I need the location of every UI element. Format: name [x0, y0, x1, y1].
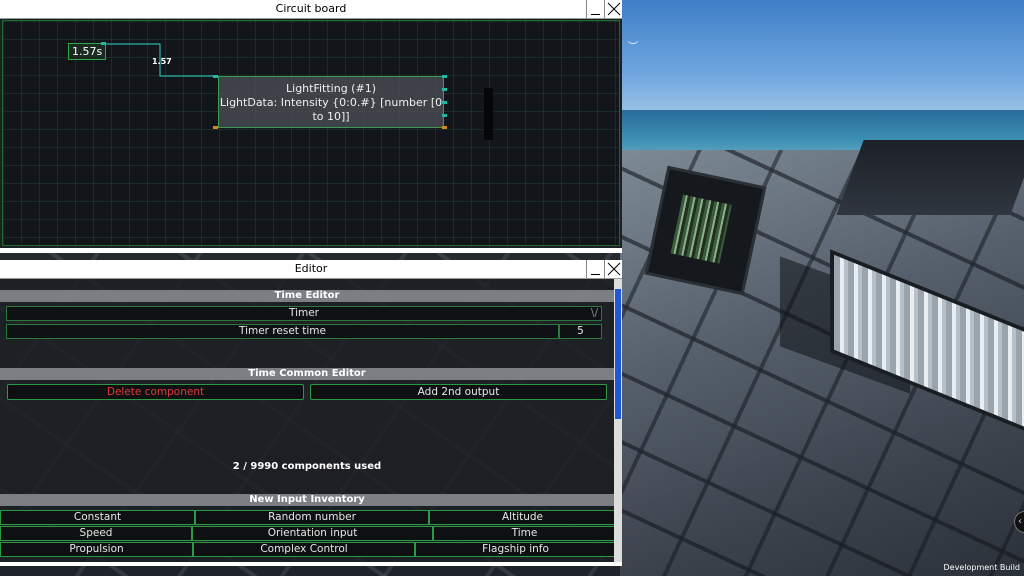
new-input-inventory-header: New Input Inventory — [0, 494, 614, 506]
editor-close-button[interactable] — [604, 260, 622, 278]
minimize-icon — [591, 14, 600, 15]
light-fitting-node[interactable]: LightFitting (#1) LightData: Intensity {… — [218, 76, 444, 128]
wire-value-label: 1.57 — [152, 57, 172, 66]
time-editor-header: Time Editor — [0, 290, 614, 302]
lamp-silhouette — [484, 88, 493, 140]
inventory-flagship-info[interactable]: Flagship info — [415, 542, 614, 557]
editor-minimize-button[interactable] — [586, 260, 604, 278]
minimize-button[interactable] — [586, 0, 604, 18]
inventory-orientation-input[interactable]: Orientation input — [192, 526, 433, 541]
sky — [620, 0, 1024, 125]
light-node-title: LightFitting (#1) — [286, 82, 376, 95]
circuit-window-bottom-edge — [0, 248, 622, 253]
development-build-label: Development Build — [943, 563, 1020, 572]
inventory-random-number[interactable]: Random number — [195, 510, 429, 525]
close-icon — [607, 2, 621, 16]
bird-icon: ︶ — [628, 38, 638, 53]
light-input-port-2[interactable] — [213, 126, 218, 129]
light-output-port-3[interactable] — [442, 101, 447, 104]
time-common-editor-header: Time Common Editor — [0, 368, 614, 380]
editor-scrollbar[interactable] — [614, 279, 622, 562]
inventory-propulsion[interactable]: Propulsion — [0, 542, 193, 557]
circuit-board-window: Circuit board 1.57s 1.57 LightFitting (#… — [0, 0, 622, 253]
circuit-window-title: Circuit board — [275, 2, 347, 15]
timer-reset-input[interactable]: 5 — [559, 324, 602, 339]
device-screen — [670, 194, 732, 264]
editor-scrollbar-thumb[interactable] — [615, 289, 621, 419]
timer-node[interactable]: 1.57s — [68, 43, 107, 60]
timer-reset-label-cell: Timer reset time — [6, 324, 559, 339]
editor-window-title: Editor — [294, 262, 328, 275]
light-output-port-2[interactable] — [442, 88, 447, 91]
editor-window-bottom-edge — [0, 562, 622, 566]
minimize-icon — [591, 274, 600, 275]
hull-block — [836, 140, 1024, 215]
inventory-constant[interactable]: Constant — [0, 510, 195, 525]
inventory-complex-control[interactable]: Complex Control — [193, 542, 415, 557]
inventory-altitude[interactable]: Altitude — [429, 510, 614, 525]
light-output-port-4[interactable] — [442, 114, 447, 117]
circuit-window-titlebar[interactable]: Circuit board — [0, 0, 622, 19]
inventory-time[interactable]: Time — [433, 526, 614, 541]
light-node-subtitle: LightData: Intensity {0:0.#} [number [0 … — [219, 96, 443, 123]
delete-component-button[interactable]: Delete component — [7, 384, 304, 400]
dropdown-arrow-icon: \/ — [590, 307, 598, 319]
timer-output-port[interactable] — [101, 42, 106, 45]
add-2nd-output-button[interactable]: Add 2nd output — [310, 384, 607, 400]
editor-window-titlebar[interactable]: Editor — [0, 260, 622, 279]
components-usage-text: 2 / 9990 components used — [232, 461, 382, 472]
timer-reset-label: Timer reset time — [238, 325, 326, 337]
close-icon — [607, 262, 621, 276]
editor-window: Editor Time Editor Timer \/ Timer reset … — [0, 260, 622, 562]
timer-reset-value: 5 — [577, 325, 584, 337]
light-output-port-1[interactable] — [442, 75, 447, 78]
light-input-port[interactable] — [213, 75, 218, 78]
editor-body: Time Editor Timer \/ Timer reset time 5 … — [0, 279, 614, 562]
close-button[interactable] — [604, 0, 622, 18]
timer-dropdown-label: Timer — [288, 307, 319, 319]
inventory-speed[interactable]: Speed — [0, 526, 192, 541]
light-output-port-5[interactable] — [442, 126, 447, 129]
timer-dropdown[interactable]: Timer \/ — [6, 306, 602, 321]
